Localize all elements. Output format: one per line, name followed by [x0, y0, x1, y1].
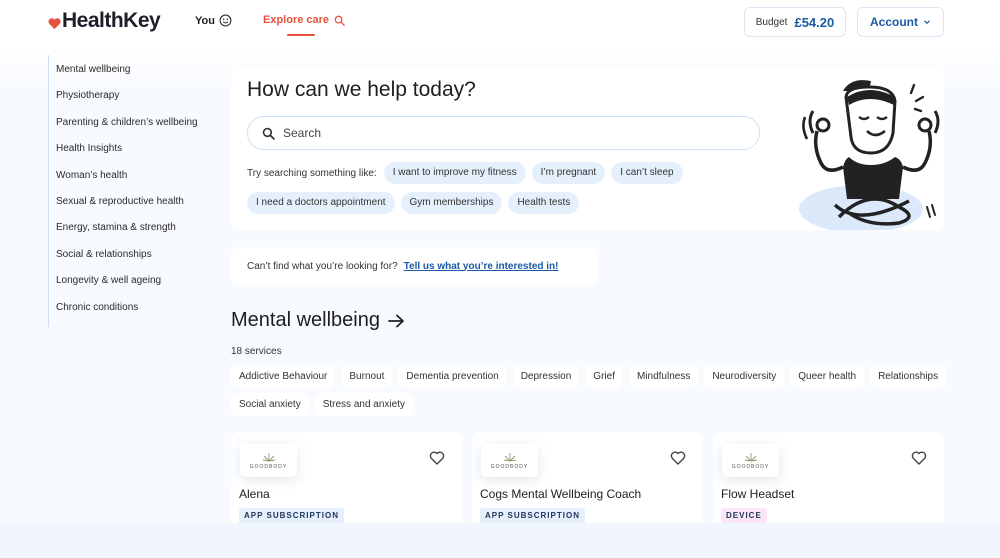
heart-outline-icon[interactable] [429, 450, 445, 466]
sidebar-item-physiotherapy[interactable]: Physiotherapy [49, 81, 223, 107]
card-title: Flow Headset [721, 487, 795, 501]
heart-outline-icon[interactable] [911, 450, 927, 466]
topic-tag[interactable]: Burnout [341, 365, 393, 388]
search-field[interactable] [247, 116, 760, 150]
heart-outline-icon[interactable] [670, 450, 686, 466]
section-title-link[interactable]: Mental wellbeing [231, 309, 405, 332]
topic-tag[interactable]: Depression [512, 365, 580, 388]
arrow-right-icon [388, 314, 404, 327]
account-button[interactable]: Account [857, 7, 944, 37]
budget-button[interactable]: Budget £54.20 [744, 7, 846, 37]
suggestions-row-2: I need a doctors appointment Gym members… [247, 192, 580, 214]
feedback-banner: Can’t find what you’re looking for? Tell… [231, 247, 599, 285]
budget-value: £54.20 [794, 14, 835, 30]
card-title: Alena [239, 487, 270, 501]
search-input[interactable] [283, 126, 723, 140]
sidebar-item-womans-health[interactable]: Woman’s health [49, 161, 223, 187]
account-label: Account [870, 15, 918, 29]
topic-tags: Addictive Behaviour Burnout Dementia pre… [231, 365, 951, 416]
service-card[interactable]: GOODBODY Cogs Mental Wellbeing Coach APP… [472, 432, 703, 523]
hero-title: How can we help today? [247, 78, 476, 101]
nav-explore-label: Explore care [263, 14, 330, 26]
nav-explore-care[interactable]: Explore care [263, 14, 345, 26]
healthkey-logo[interactable]: HealthKey [48, 9, 161, 33]
sidebar-item-social[interactable]: Social & relationships [49, 240, 223, 266]
heart-icon [48, 17, 61, 29]
card-type-badge: DEVICE [721, 508, 767, 523]
provider-logo: GOODBODY [481, 444, 538, 477]
page-footer-band [0, 523, 1000, 558]
provider-logo: GOODBODY [722, 444, 779, 477]
sidebar-item-health-insights[interactable]: Health Insights [49, 134, 223, 160]
suggestion-chip[interactable]: I’m pregnant [531, 162, 606, 184]
topic-tag[interactable]: Relationships [870, 365, 947, 388]
budget-label: Budget [755, 16, 788, 28]
topic-tag[interactable]: Addictive Behaviour [231, 365, 336, 388]
search-icon [334, 15, 345, 26]
nav-you-label: You [195, 14, 215, 27]
goodbody-leaf-icon [503, 452, 516, 461]
sidebar-item-chronic[interactable]: Chronic conditions [49, 293, 223, 319]
section-title: Mental wellbeing [231, 309, 380, 331]
goodbody-leaf-icon [744, 452, 757, 461]
sidebar-item-longevity[interactable]: Longevity & well ageing [49, 266, 223, 292]
topic-tag[interactable]: Queer health [790, 365, 865, 388]
provider-name: GOODBODY [731, 463, 770, 470]
feedback-link[interactable]: Tell us what you’re interested in! [404, 261, 559, 272]
provider-name: GOODBODY [490, 463, 529, 470]
card-title: Cogs Mental Wellbeing Coach [480, 487, 642, 501]
search-hero-panel: How can we help today? Try searching som… [231, 67, 944, 230]
suggestion-chip[interactable]: Gym memberships [400, 192, 503, 214]
category-sidebar: Mental wellbeing Physiotherapy Parenting… [48, 55, 223, 327]
provider-logo: GOODBODY [240, 444, 297, 477]
active-nav-indicator [287, 34, 315, 36]
search-icon [262, 127, 275, 140]
meditating-person-illustration [799, 80, 940, 230]
provider-name: GOODBODY [249, 463, 288, 470]
services-count: 18 services [231, 346, 282, 357]
service-card[interactable]: GOODBODY Alena APP SUBSCRIPTION [231, 432, 462, 523]
suggestions-label: Try searching something like: [247, 167, 377, 179]
top-header: HealthKey You Explore care Budget £54.20… [0, 0, 1000, 44]
topic-tag[interactable]: Neurodiversity [704, 365, 785, 388]
sidebar-item-mental-wellbeing[interactable]: Mental wellbeing [49, 55, 223, 81]
feedback-text: Can’t find what you’re looking for? [247, 260, 398, 272]
topic-tag[interactable]: Grief [585, 365, 623, 388]
suggestion-chip[interactable]: Health tests [508, 192, 580, 214]
goodbody-leaf-icon [262, 452, 275, 461]
card-type-badge: APP SUBSCRIPTION [239, 508, 344, 523]
sidebar-item-energy[interactable]: Energy, stamina & strength [49, 213, 223, 239]
nav-you[interactable]: You [195, 14, 232, 27]
brand-name: HealthKey [62, 9, 161, 32]
chevron-down-icon [924, 20, 930, 25]
suggestion-chip[interactable]: I need a doctors appointment [247, 192, 395, 214]
smiley-icon [219, 14, 232, 27]
topic-tag[interactable]: Social anxiety [231, 393, 309, 416]
sidebar-item-sexual-health[interactable]: Sexual & reproductive health [49, 187, 223, 213]
topic-tag[interactable]: Stress and anxiety [314, 393, 413, 416]
card-type-badge: APP SUBSCRIPTION [480, 508, 585, 523]
topic-tag[interactable]: Mindfulness [628, 365, 699, 388]
service-card[interactable]: GOODBODY Flow Headset DEVICE [713, 432, 944, 523]
topic-tag[interactable]: Dementia prevention [398, 365, 507, 388]
suggestions-row-1: Try searching something like: I want to … [247, 162, 683, 184]
suggestion-chip[interactable]: I can’t sleep [611, 162, 683, 184]
sidebar-item-parenting[interactable]: Parenting & children’s wellbeing [49, 108, 223, 134]
suggestion-chip[interactable]: I want to improve my fitness [383, 162, 526, 184]
service-cards: GOODBODY Alena APP SUBSCRIPTION GOODBODY… [231, 432, 944, 523]
